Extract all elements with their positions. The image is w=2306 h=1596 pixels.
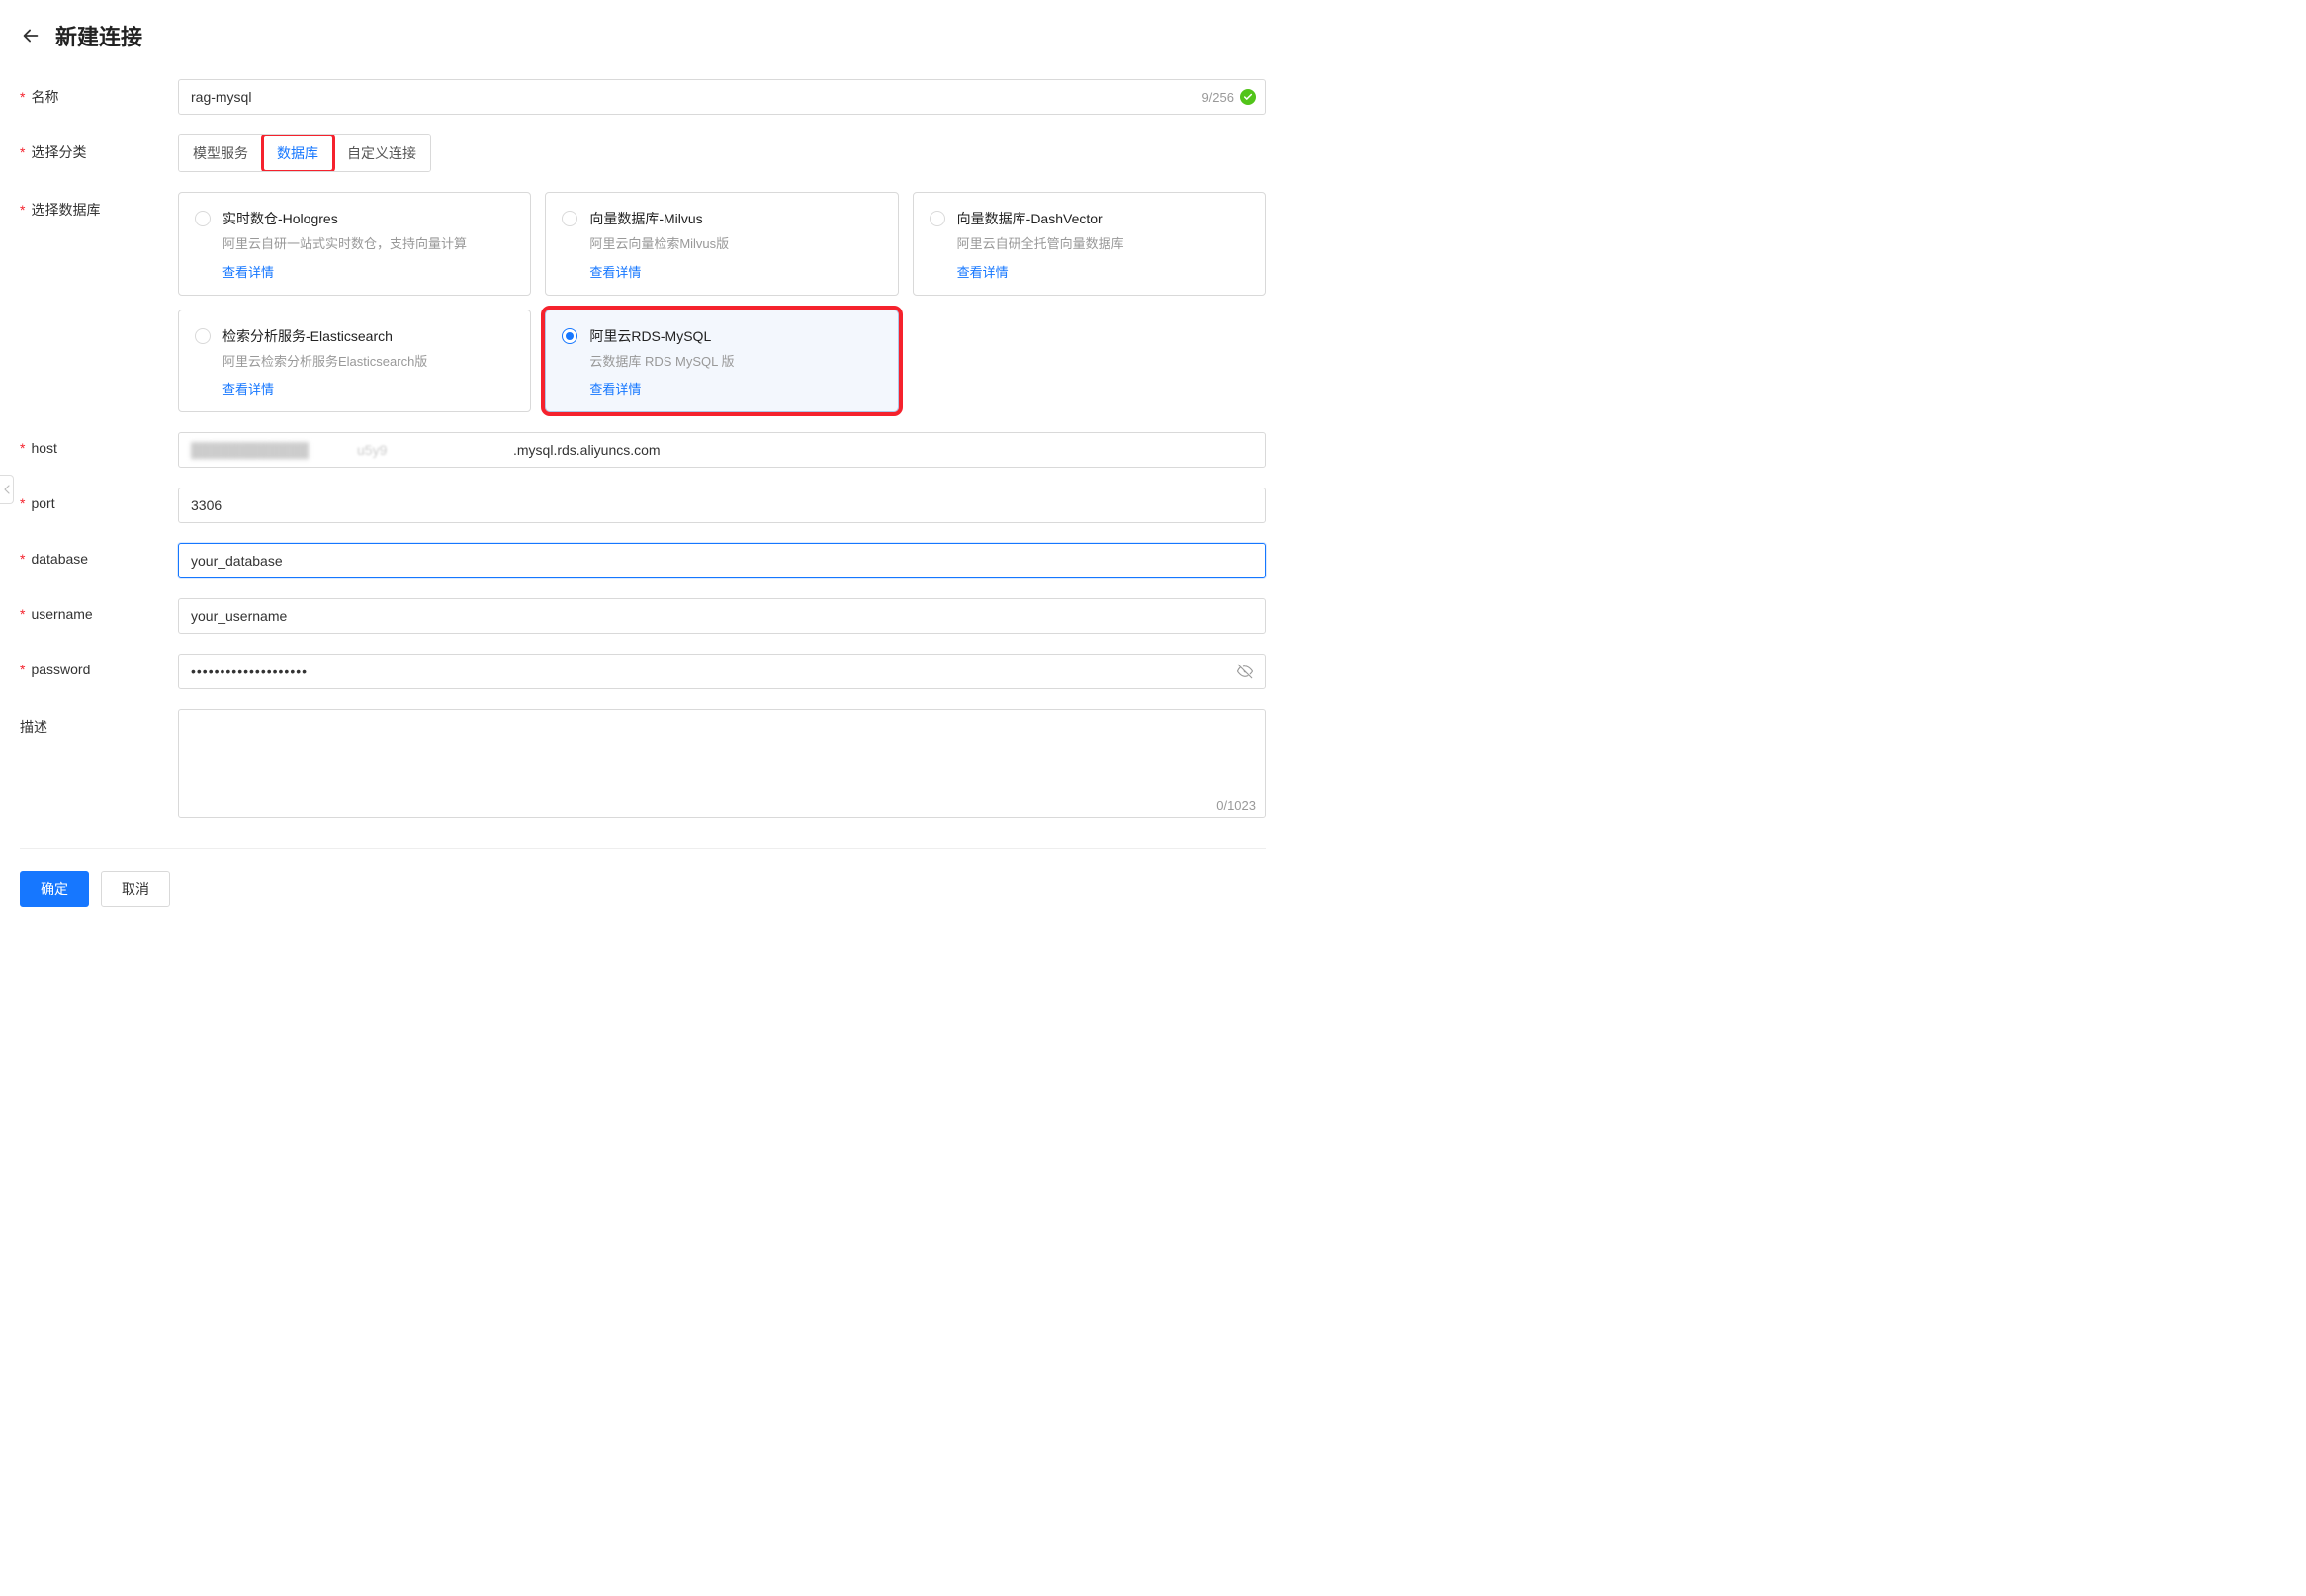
category-tabs: 模型服务 数据库 自定义连接 [178, 134, 431, 172]
label-host: host [20, 432, 178, 456]
db-option-dashvector[interactable]: 向量数据库-DashVector 阿里云自研全托管向量数据库 查看详情 [913, 192, 1266, 296]
db-title: 阿里云RDS-MySQL [589, 326, 881, 346]
label-database-select: 选择数据库 [20, 192, 178, 220]
database-input[interactable] [178, 543, 1266, 578]
description-textarea[interactable] [178, 709, 1266, 818]
db-details-link[interactable]: 查看详情 [957, 262, 1249, 281]
confirm-button[interactable]: 确定 [20, 871, 89, 907]
radio-icon [562, 328, 577, 344]
password-input[interactable] [178, 654, 1266, 689]
db-option-milvus[interactable]: 向量数据库-Milvus 阿里云向量检索Milvus版 查看详情 [545, 192, 898, 296]
db-title: 检索分析服务-Elasticsearch [222, 326, 514, 346]
port-input[interactable] [178, 488, 1266, 523]
db-details-link[interactable]: 查看详情 [222, 262, 514, 281]
tab-custom-connection[interactable]: 自定义连接 [333, 135, 430, 171]
db-details-link[interactable]: 查看详情 [589, 379, 881, 398]
label-port: port [20, 488, 178, 511]
db-details-link[interactable]: 查看详情 [589, 262, 881, 281]
description-counter: 0/1023 [1216, 798, 1256, 813]
db-option-hologres[interactable]: 实时数仓-Hologres 阿里云自研一站式实时数仓，支持向量计算 查看详情 [178, 192, 531, 296]
db-desc: 云数据库 RDS MySQL 版 [589, 352, 881, 372]
db-desc: 阿里云自研一站式实时数仓，支持向量计算 [222, 234, 514, 254]
page-header: 新建连接 [20, 20, 1266, 51]
name-input-suffix: 9/256 [1201, 89, 1256, 105]
db-desc: 阿里云检索分析服务Elasticsearch版 [222, 352, 514, 372]
db-option-rds-mysql[interactable]: 阿里云RDS-MySQL 云数据库 RDS MySQL 版 查看详情 [545, 310, 898, 413]
name-input[interactable] [178, 79, 1266, 115]
cancel-button[interactable]: 取消 [101, 871, 170, 907]
db-title: 向量数据库-DashVector [957, 209, 1249, 228]
label-description: 描述 [20, 709, 178, 737]
db-desc: 阿里云向量检索Milvus版 [589, 234, 881, 254]
radio-icon [562, 211, 577, 226]
back-arrow-icon[interactable] [20, 25, 42, 46]
label-category: 选择分类 [20, 134, 178, 162]
side-expand-handle[interactable] [0, 475, 14, 504]
tab-model-service[interactable]: 模型服务 [179, 135, 263, 171]
radio-icon [195, 211, 211, 226]
db-option-elasticsearch[interactable]: 检索分析服务-Elasticsearch 阿里云检索分析服务Elasticsea… [178, 310, 531, 413]
divider [20, 848, 1266, 849]
page-title: 新建连接 [55, 20, 142, 51]
name-counter: 9/256 [1201, 90, 1234, 105]
label-username: username [20, 598, 178, 622]
db-title: 实时数仓-Hologres [222, 209, 514, 228]
label-database: database [20, 543, 178, 567]
label-password: password [20, 654, 178, 677]
db-title: 向量数据库-Milvus [589, 209, 881, 228]
eye-off-icon[interactable] [1236, 663, 1254, 680]
radio-icon [930, 211, 945, 226]
db-desc: 阿里云自研全托管向量数据库 [957, 234, 1249, 254]
tab-database[interactable]: 数据库 [263, 135, 333, 171]
check-circle-icon [1240, 89, 1256, 105]
username-input[interactable] [178, 598, 1266, 634]
db-details-link[interactable]: 查看详情 [222, 379, 514, 398]
radio-icon [195, 328, 211, 344]
label-name: 名称 [20, 79, 178, 107]
